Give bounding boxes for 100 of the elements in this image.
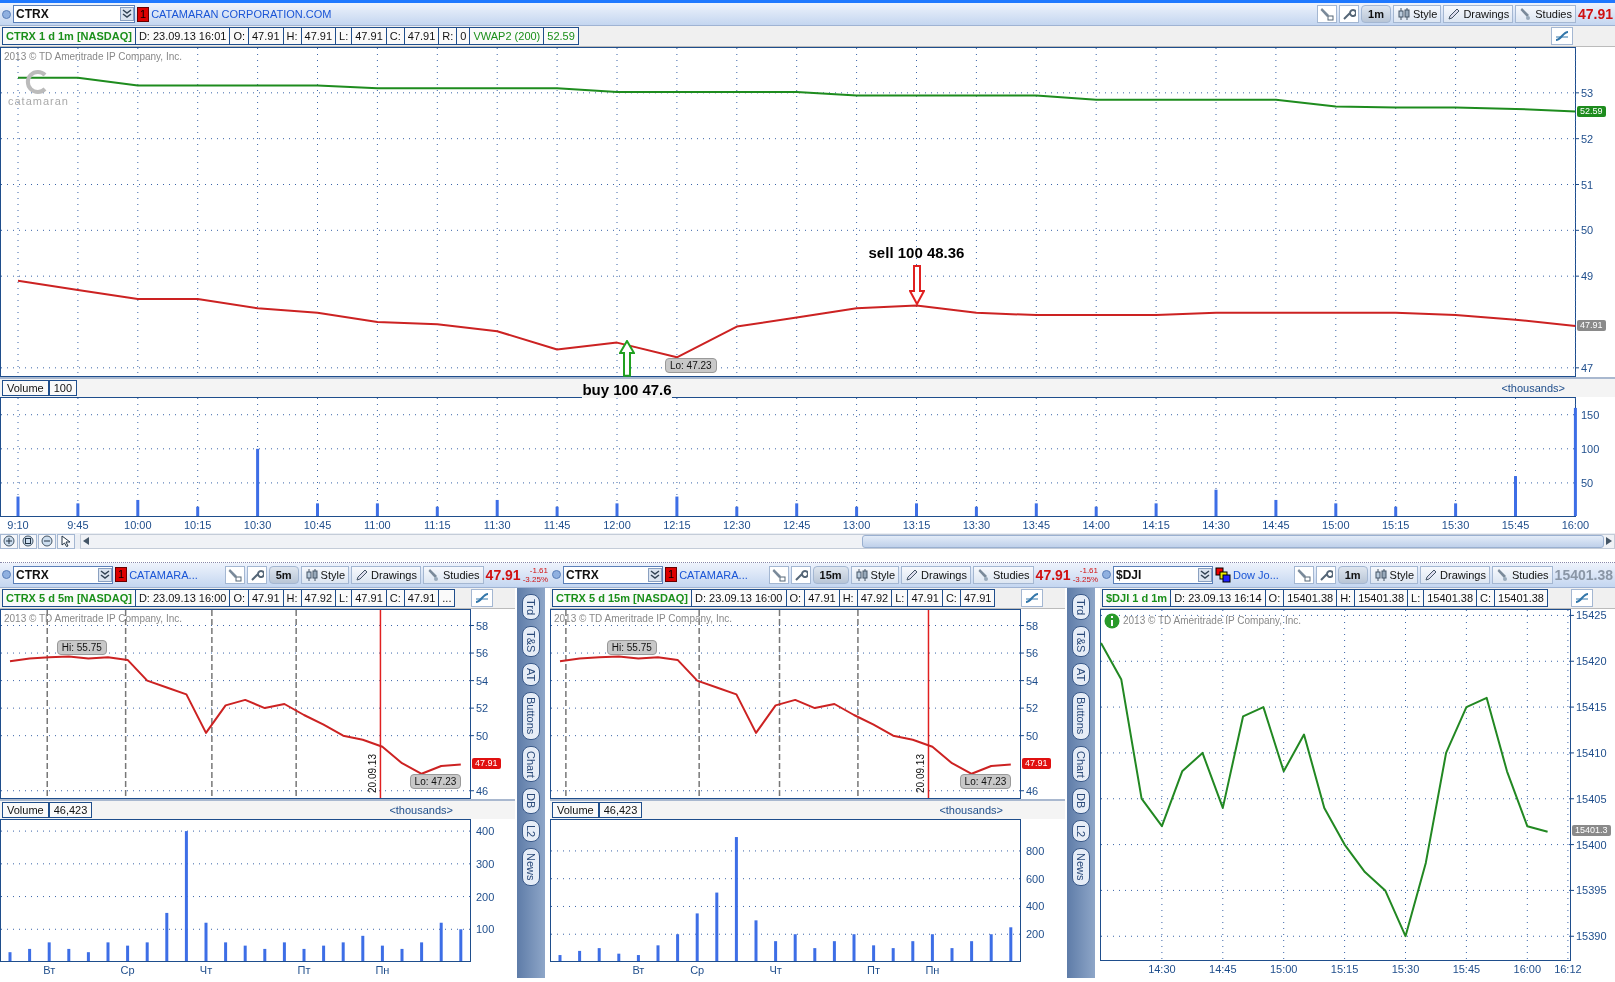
volume-bar (136, 499, 140, 516)
axis-label: 16:00 (1561, 519, 1590, 531)
style-button[interactable]: Style (300, 565, 350, 584)
symbol-field[interactable]: $DJI (1113, 565, 1213, 584)
company-link[interactable]: CATAMARAN CORPORATION.COM (151, 8, 332, 20)
curve-button[interactable] (1571, 588, 1593, 607)
scrollbar-thumb[interactable] (862, 534, 1604, 548)
axis-label: 15415 (1576, 700, 1607, 713)
style-button[interactable]: Style (1369, 565, 1419, 584)
drawings-button[interactable]: Drawings (1443, 5, 1514, 23)
side-tab[interactable]: DB (522, 788, 540, 814)
side-tab[interactable]: News (522, 848, 540, 886)
last-price: 47.91 (485, 566, 521, 583)
wrench-button[interactable] (246, 565, 267, 584)
side-tab[interactable]: L2 (522, 819, 540, 842)
info-icon[interactable] (1104, 612, 1120, 629)
zoom-out-button[interactable] (38, 533, 56, 549)
axis-label: 9:45 (67, 519, 89, 531)
dropdown-icon[interactable] (98, 567, 112, 582)
dropdown-icon[interactable] (648, 567, 662, 582)
volume-bar (126, 945, 130, 961)
curve-button[interactable] (1551, 27, 1573, 45)
interval-button[interactable]: 15m (812, 565, 849, 584)
volume-bar (970, 940, 974, 961)
price-change: -1.61 (1079, 565, 1098, 575)
company-link[interactable]: CATAMARA... (679, 568, 748, 581)
price-tag: 15401.3 (1572, 825, 1611, 837)
alert-badge[interactable]: 1 (137, 6, 150, 22)
scrollbar[interactable] (80, 533, 1615, 549)
brush-button[interactable] (768, 565, 789, 584)
axis-label: 15:15 (1381, 519, 1410, 531)
style-button[interactable]: Style (1392, 5, 1442, 23)
brush-button[interactable] (1293, 565, 1314, 584)
volume-bar (855, 506, 859, 516)
side-tab[interactable]: Buttons (1072, 692, 1090, 740)
side-tab[interactable]: L2 (1072, 819, 1090, 842)
drawings-button[interactable]: Drawings (1420, 565, 1490, 584)
alert-badge[interactable]: 1 (115, 567, 128, 582)
volume-bar (774, 940, 778, 961)
zoom-in-button[interactable] (0, 533, 18, 549)
side-tab[interactable]: AT (1072, 663, 1090, 687)
squares-icon[interactable] (1215, 566, 1231, 583)
style-button[interactable]: Style (850, 565, 900, 584)
symbol-field[interactable]: CTRX (13, 5, 135, 23)
axis-label: 15420 (1576, 654, 1607, 667)
side-tab[interactable]: Buttons (522, 692, 540, 740)
wrench-button[interactable] (1315, 565, 1336, 584)
side-tab[interactable]: News (1072, 848, 1090, 886)
studies-button[interactable]: Studies (422, 565, 484, 584)
alert-badge[interactable]: 1 (665, 567, 678, 582)
info-cell: L: (336, 588, 353, 607)
studies-button[interactable]: Studies (1491, 565, 1553, 584)
annotation: sell 100 48.36 (868, 243, 965, 261)
brush-button[interactable] (224, 565, 245, 584)
scroll-left-icon[interactable] (81, 535, 91, 547)
units-label: <thousands> (939, 803, 1003, 816)
wrench-button[interactable] (1339, 5, 1359, 23)
price-change: -1.61 (529, 565, 548, 575)
info-cell: H: (839, 588, 858, 607)
side-tab[interactable]: Chart (1072, 745, 1090, 783)
side-tab[interactable]: DB (1072, 788, 1090, 814)
axis-label: 16:12 (1554, 962, 1582, 975)
volume-label: Volume (2, 380, 49, 396)
zoom-fit-button[interactable] (19, 533, 37, 549)
wrench-icon (1342, 7, 1356, 21)
curve-button[interactable] (471, 588, 493, 607)
company-link[interactable]: CATAMARA... (129, 568, 198, 581)
symbol-field[interactable]: CTRX (13, 565, 113, 584)
axis-label: Ср (690, 963, 705, 976)
wrench-button[interactable] (790, 565, 811, 584)
drawings-button[interactable]: Drawings (901, 565, 971, 584)
volume-label: Volume (2, 801, 49, 818)
side-tab[interactable]: T&S (1072, 625, 1090, 657)
side-tab[interactable]: T&S (522, 625, 540, 657)
dropdown-icon[interactable] (1198, 567, 1212, 582)
side-tab[interactable]: Chart (522, 745, 540, 783)
info-cell: O: (230, 588, 249, 607)
side-tab[interactable]: Trd (522, 593, 540, 620)
studies-button[interactable]: Studies (1515, 5, 1576, 23)
dropdown-icon[interactable] (120, 7, 134, 21)
side-tab[interactable]: AT (522, 663, 540, 687)
interval-button[interactable]: 1m (1361, 5, 1391, 23)
pointer-button[interactable] (57, 533, 75, 549)
interval-button[interactable]: 5m (268, 565, 299, 584)
volume-value: 46,423 (48, 801, 93, 818)
interval-button[interactable]: 1m (1337, 565, 1368, 584)
company-link[interactable]: Dow Jo... (1233, 568, 1279, 581)
symbol-field[interactable]: CTRX (563, 565, 663, 584)
brush-button[interactable] (1317, 5, 1337, 23)
drawings-button[interactable]: Drawings (351, 565, 421, 584)
price-tag: 52.59 (1577, 105, 1606, 117)
candlestick-icon (304, 567, 319, 582)
volume-bar (439, 922, 443, 961)
zoom-out-icon (41, 535, 53, 547)
studies-button[interactable]: Studies (972, 565, 1034, 584)
side-tab[interactable]: Trd (1072, 593, 1090, 620)
logo-text: catamaran (8, 95, 69, 107)
volume-bar (1514, 476, 1517, 516)
curve-button[interactable] (1021, 588, 1043, 607)
volume-bar (459, 928, 463, 961)
